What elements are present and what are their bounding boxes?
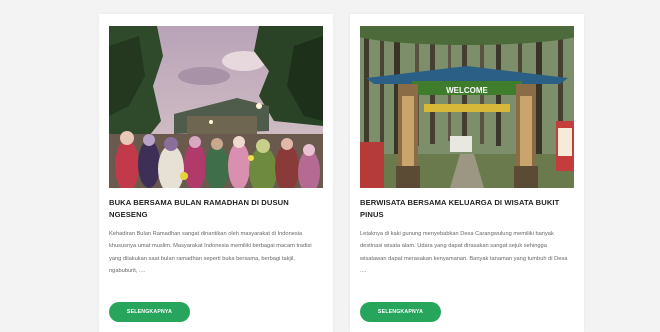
article-card: BUKA BERSAMA BULAN RAMADHAN DI DUSUN NGE…	[99, 14, 333, 332]
article-image[interactable]: WELCOME	[360, 26, 574, 188]
article-title[interactable]: BERWISATA BERSAMA KELUARGA DI WISATA BUK…	[360, 197, 576, 220]
read-more-button[interactable]: SELENGKAPNYA	[360, 302, 441, 322]
read-more-button[interactable]: SELENGKAPNYA	[109, 302, 190, 322]
article-card: WELCOME BERWISATA BERSAMA KELUARGA DI WI…	[350, 14, 584, 332]
article-excerpt: Kehadiran Bulan Ramadhan sangat dinantik…	[109, 231, 312, 275]
article-excerpt: Letaknya di kaki gunung menyebabkan Desa…	[360, 231, 568, 275]
article-title[interactable]: BUKA BERSAMA BULAN RAMADHAN DI DUSUN NGE…	[109, 197, 325, 220]
article-image[interactable]	[109, 26, 323, 188]
gate-welcome-text: WELCOME	[446, 86, 488, 95]
pine-forest-gate-photo: WELCOME	[360, 26, 574, 188]
ramadhan-crowd-photo	[109, 26, 323, 188]
